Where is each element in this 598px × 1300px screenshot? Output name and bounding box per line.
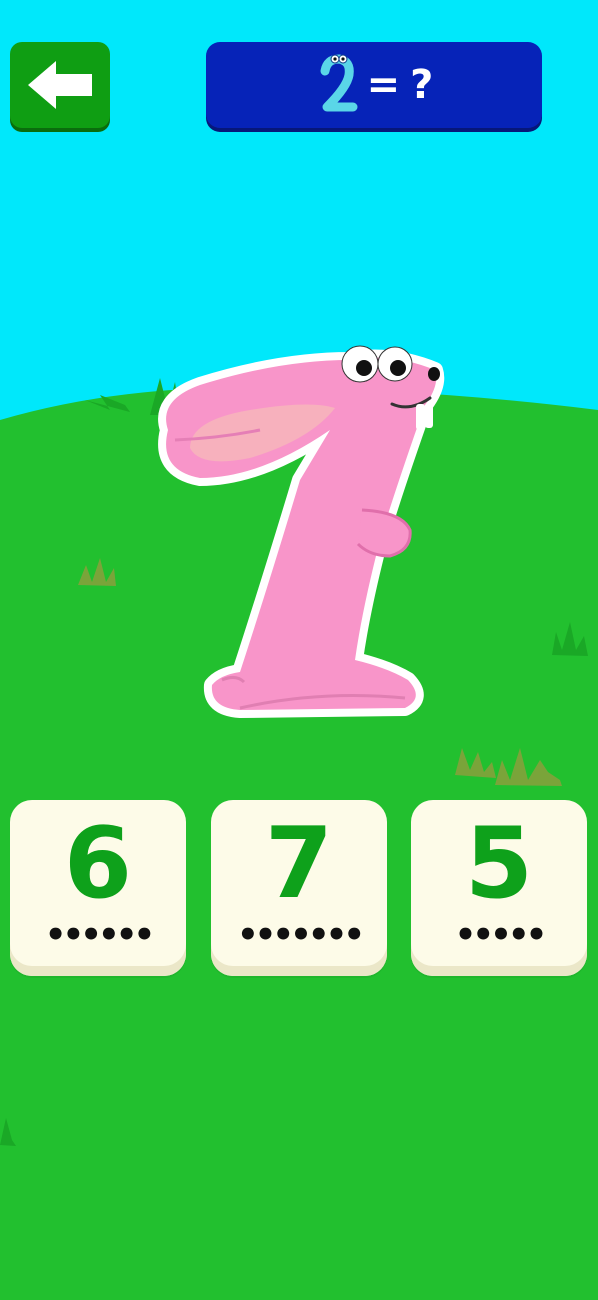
answer-dots: ••••••• (236, 915, 365, 955)
answer-dots: ••••• (454, 915, 548, 955)
answer-option-1[interactable]: 6 •••••• (10, 800, 186, 976)
answer-number: 5 (464, 807, 534, 921)
answer-option-2[interactable]: 7 ••••••• (211, 800, 387, 976)
answer-options: 6 •••••• 7 ••••••• 5 ••••• (0, 800, 598, 980)
number-two-character-icon (320, 54, 358, 112)
bunny-number-seven-figure (158, 345, 445, 718)
equals-sign: = (366, 62, 401, 108)
back-button[interactable] (10, 42, 110, 128)
answer-dots: •••••• (44, 915, 155, 955)
answer-option-3[interactable]: 5 ••••• (411, 800, 587, 976)
question-mark: ? (410, 62, 434, 108)
question-banner: = ? (206, 42, 542, 128)
answer-number: 7 (264, 807, 334, 921)
arrow-left-icon (28, 61, 92, 109)
answer-number: 6 (63, 807, 133, 921)
